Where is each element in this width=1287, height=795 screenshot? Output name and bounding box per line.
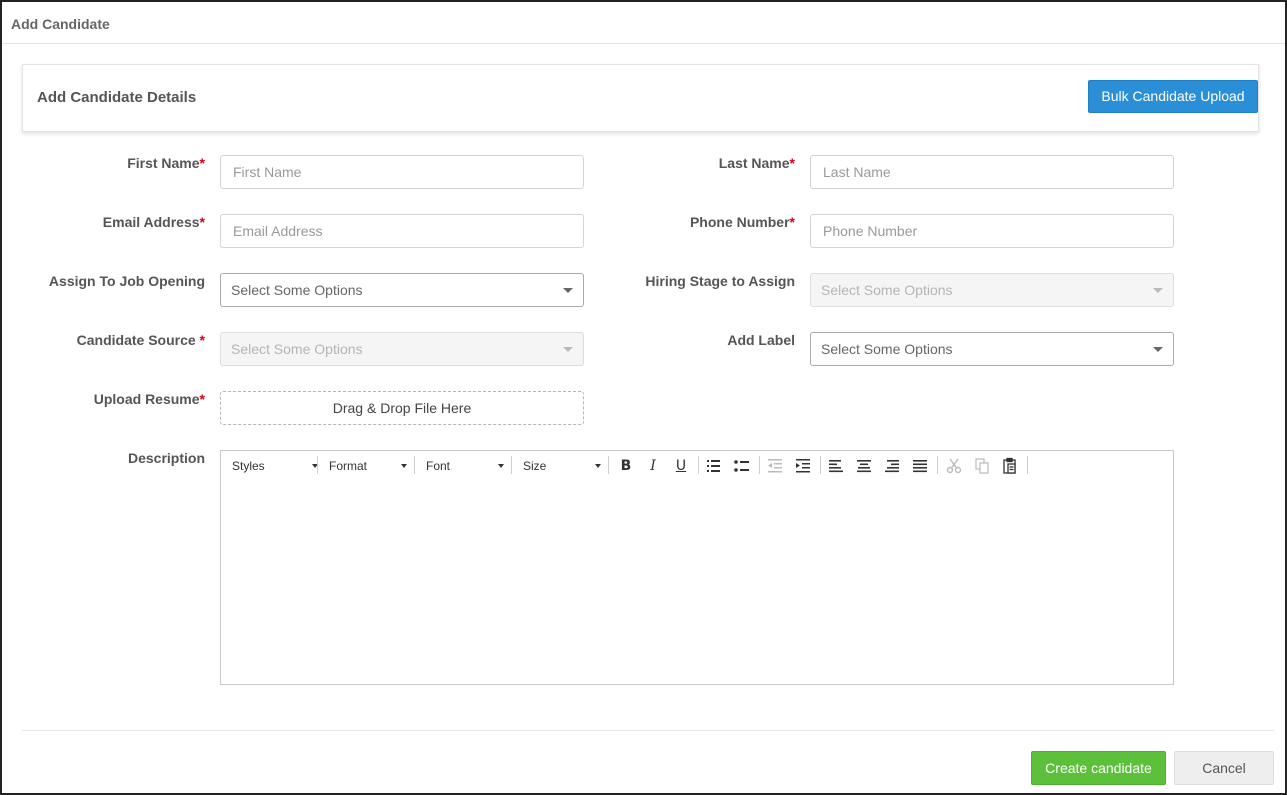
create-candidate-button[interactable]: Create candidate: [1031, 751, 1166, 785]
add-label-select[interactable]: Select Some Options: [810, 332, 1174, 366]
chevron-down-icon: [563, 347, 573, 352]
bold-button[interactable]: B: [615, 455, 637, 477]
hiring-stage-selected: Select Some Options: [821, 282, 953, 298]
chevron-down-icon: [595, 464, 601, 468]
numbered-list-icon[interactable]: [703, 455, 725, 477]
outdent-icon: [764, 455, 786, 477]
modal-title: Add Candidate: [11, 16, 110, 32]
toolbar-divider: [317, 456, 318, 474]
chevron-down-icon: [498, 464, 504, 468]
last-name-label: Last Name*: [718, 155, 795, 171]
phone-number-input[interactable]: [810, 214, 1174, 248]
editor-toolbar: Styles Format Font Size B I U: [221, 451, 1173, 479]
add-label-label: Add Label: [727, 332, 795, 348]
format-combo-label: Format: [329, 459, 368, 473]
styles-combo[interactable]: Styles: [232, 455, 322, 477]
description-label: Description: [127, 450, 205, 466]
copy-icon: [971, 455, 993, 477]
toolbar-divider: [608, 456, 609, 474]
toolbar-divider: [414, 456, 415, 474]
bulk-candidate-upload-button[interactable]: Bulk Candidate Upload: [1088, 80, 1258, 113]
underline-button[interactable]: U: [670, 455, 692, 477]
bulleted-list-icon[interactable]: [731, 455, 753, 477]
indent-icon[interactable]: [792, 455, 814, 477]
candidate-source-select: Select Some Options: [220, 332, 584, 366]
cut-icon: [943, 455, 965, 477]
modal-header: Add Candidate: [2, 2, 1285, 44]
justify-icon[interactable]: [909, 455, 931, 477]
candidate-details-panel: Add Candidate Details Bulk Candidate Upl…: [22, 64, 1259, 132]
chevron-down-icon: [1153, 288, 1163, 293]
first-name-label: First Name*: [127, 155, 205, 171]
paste-icon[interactable]: [999, 455, 1021, 477]
upload-resume-label: Upload Resume*: [93, 391, 205, 407]
description-editor-area[interactable]: [221, 481, 1173, 684]
italic-button[interactable]: I: [642, 455, 664, 477]
format-combo[interactable]: Format: [329, 455, 411, 477]
description-editor: Styles Format Font Size B I U: [220, 450, 1174, 685]
job-opening-label: Assign To Job Opening: [48, 273, 205, 289]
email-address-label: Email Address*: [102, 214, 205, 230]
chevron-down-icon: [401, 464, 407, 468]
job-opening-selected: Select Some Options: [231, 282, 363, 298]
add-candidate-modal: Add Candidate Add Candidate Details Bulk…: [0, 0, 1287, 795]
styles-combo-label: Styles: [232, 459, 265, 473]
toolbar-divider: [698, 456, 699, 474]
candidate-source-label: Candidate Source *: [76, 332, 205, 348]
job-opening-select[interactable]: Select Some Options: [220, 273, 584, 307]
font-combo-label: Font: [426, 459, 451, 473]
size-combo-label: Size: [523, 459, 547, 473]
email-address-input[interactable]: [220, 214, 584, 248]
hiring-stage-label: Hiring Stage to Assign: [645, 273, 795, 289]
align-center-icon[interactable]: [853, 455, 875, 477]
footer-divider: [22, 730, 1274, 731]
align-left-icon[interactable]: [825, 455, 847, 477]
chevron-down-icon: [563, 288, 573, 293]
toolbar-divider: [820, 456, 821, 474]
align-right-icon[interactable]: [881, 455, 903, 477]
toolbar-divider: [937, 456, 938, 474]
cancel-button[interactable]: Cancel: [1174, 751, 1274, 785]
first-name-input[interactable]: [220, 155, 584, 189]
chevron-down-icon: [1153, 347, 1163, 352]
panel-title: Add Candidate Details: [37, 89, 197, 106]
resume-dropzone[interactable]: Drag & Drop File Here: [220, 391, 584, 425]
size-combo[interactable]: Size: [523, 455, 605, 477]
toolbar-divider: [1027, 456, 1028, 474]
toolbar-divider: [759, 456, 760, 474]
last-name-input[interactable]: [810, 155, 1174, 189]
candidate-source-selected: Select Some Options: [231, 341, 363, 357]
toolbar-divider: [511, 456, 512, 474]
add-label-selected: Select Some Options: [821, 341, 953, 357]
hiring-stage-select: Select Some Options: [810, 273, 1174, 307]
phone-number-label: Phone Number*: [689, 214, 795, 230]
font-combo[interactable]: Font: [426, 455, 508, 477]
